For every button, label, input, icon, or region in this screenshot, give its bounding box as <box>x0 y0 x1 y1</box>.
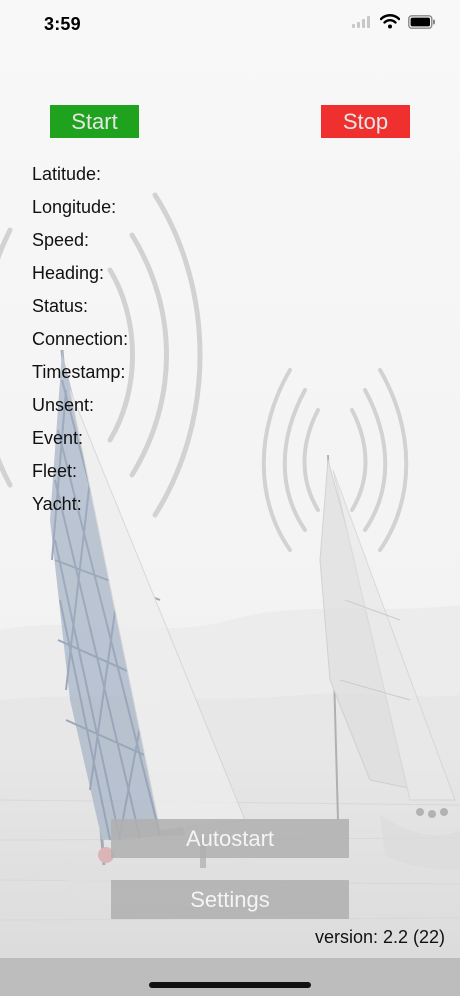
battery-icon <box>408 14 435 29</box>
autostart-button[interactable]: Autostart <box>111 819 349 858</box>
info-label: Yacht: <box>32 494 82 514</box>
info-row-fleet: Fleet: <box>32 455 134 488</box>
info-label: Connection: <box>32 329 129 349</box>
info-label: Event: <box>32 428 84 448</box>
stop-button[interactable]: Stop <box>321 105 410 138</box>
info-row-heading: Heading: <box>32 257 134 290</box>
info-row-connection: Connection: <box>32 323 134 356</box>
wifi-icon <box>380 14 400 29</box>
info-row-timestamp: Timestamp: <box>32 356 134 389</box>
status-bar: 3:59 <box>0 0 460 52</box>
info-row-latitude: Latitude: <box>32 158 134 191</box>
status-icons <box>352 14 436 29</box>
info-label: Unsent: <box>32 395 95 415</box>
signal-icon <box>352 15 370 28</box>
info-label: Speed: <box>32 230 90 250</box>
info-label: Fleet: <box>32 461 78 481</box>
info-row-yacht: Yacht: <box>32 488 134 521</box>
home-indicator[interactable] <box>149 982 311 988</box>
info-row-longitude: Longitude: <box>32 191 134 224</box>
tracking-info-list: Latitude: Longitude: Speed: Heading: Sta… <box>32 158 134 521</box>
settings-button[interactable]: Settings <box>111 880 349 919</box>
info-row-status: Status: <box>32 290 134 323</box>
info-label: Longitude: <box>32 197 117 217</box>
info-label: Timestamp: <box>32 362 126 382</box>
info-label: Status: <box>32 296 89 316</box>
info-row-event: Event: <box>32 422 134 455</box>
bottom-bar <box>0 958 460 996</box>
status-time: 3:59 <box>44 14 81 34</box>
version-label: version: 2.2 (22) <box>314 927 445 947</box>
info-label: Latitude: <box>32 164 102 184</box>
info-label: Heading: <box>32 263 105 283</box>
start-button[interactable]: Start <box>50 105 139 138</box>
info-row-unsent: Unsent: <box>32 389 134 422</box>
info-row-speed: Speed: <box>32 224 134 257</box>
